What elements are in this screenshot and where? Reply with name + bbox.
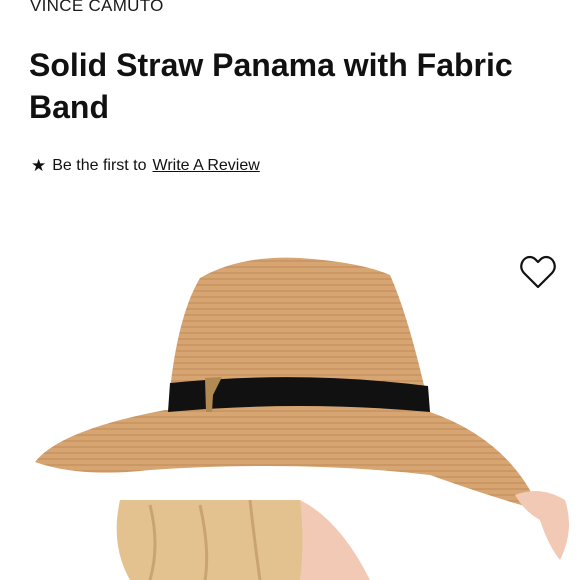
brand-name[interactable]: VINCE CAMUTO	[30, 0, 164, 16]
review-row: ★ Be the first to Write A Review	[31, 157, 260, 175]
star-icon: ★	[31, 156, 47, 175]
product-title: Solid Straw Panama with Fabric Band	[29, 47, 513, 125]
write-review-link[interactable]: Write A Review	[153, 157, 260, 175]
face	[300, 500, 370, 580]
review-prefix: Be the first to	[52, 157, 147, 174]
heart-outline-icon	[520, 255, 556, 289]
wishlist-button[interactable]	[519, 254, 557, 290]
hat-brim	[35, 410, 540, 510]
product-image[interactable]	[0, 230, 580, 580]
hand	[515, 491, 569, 560]
hair	[116, 500, 331, 580]
